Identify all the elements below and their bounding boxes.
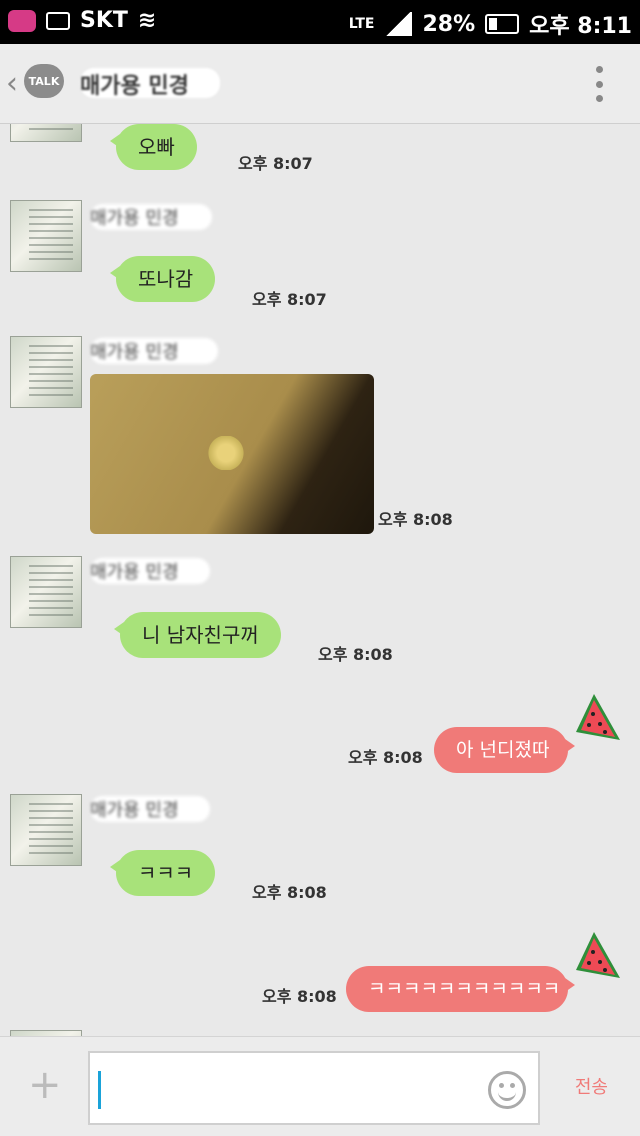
message-bubble-incoming[interactable]: 오빠 (110, 124, 197, 170)
sender-name: 매가용 민경 (90, 796, 210, 822)
more-options-icon[interactable] (596, 66, 604, 102)
image-notification-icon (46, 11, 70, 30)
message-bubble-incoming[interactable]: ㅋㅋㅋ (109, 850, 216, 896)
signal-icon (384, 12, 413, 36)
sender-name: 매가용 민경 (90, 338, 218, 364)
text-cursor (98, 1071, 101, 1109)
network-label: LTE (348, 16, 375, 32)
photo-attachment[interactable] (90, 374, 374, 534)
message-time: 오후 8:07 (252, 290, 327, 309)
message-time: 오후 8:08 (262, 987, 337, 1006)
message-list[interactable]: 오빠 오후 8:07 매가용 민경 또나감 오후 8:07 매가용 민경 오후 … (0, 124, 640, 1036)
talk-logo-text: TALK (28, 74, 60, 88)
sender-avatar[interactable] (10, 124, 82, 142)
message-input-bar: + 전송 (0, 1036, 640, 1136)
battery-percent: 28% (422, 11, 476, 37)
emoticon-icon[interactable] (488, 1071, 526, 1109)
watermelon-sticker-icon (576, 932, 620, 978)
send-button[interactable]: 전송 (575, 1073, 608, 1099)
status-bar: SKT ≋ LTE 28% 오후 8:11 (0, 0, 640, 44)
sender-avatar[interactable] (10, 794, 82, 866)
sender-avatar[interactable] (10, 336, 82, 408)
sender-avatar[interactable] (10, 556, 82, 628)
battery-icon (485, 14, 520, 34)
message-bubble-incoming[interactable]: 또나감 (109, 256, 216, 302)
sender-avatar[interactable] (10, 200, 82, 272)
wifi-icon: ≋ (137, 8, 157, 33)
app-notification-icon (8, 9, 36, 32)
message-time: 오후 8:08 (348, 748, 423, 767)
sender-name: 매가용 민경 (90, 558, 210, 584)
message-bubble-outgoing[interactable]: ㅋㅋㅋㅋㅋㅋㅋㅋㅋㅋㅋ (346, 966, 575, 1012)
talk-logo-icon[interactable]: TALK (24, 64, 64, 98)
message-time: 오후 8:08 (318, 645, 393, 664)
status-left: SKT ≋ (8, 8, 156, 33)
status-right: LTE 28% 오후 8:11 (349, 8, 632, 40)
message-input[interactable] (88, 1051, 540, 1125)
message-bubble-outgoing[interactable]: 아 넌디졌따 (434, 727, 575, 773)
back-chevron-icon[interactable]: ‹ (6, 66, 18, 101)
message-time: 오후 8:07 (238, 154, 313, 173)
message-time: 오후 8:08 (378, 510, 453, 529)
chat-header: ‹ TALK 매가용 민경 (0, 44, 640, 124)
attach-plus-icon[interactable]: + (28, 1065, 62, 1105)
message-time: 오후 8:08 (252, 883, 327, 902)
carrier-label: SKT (80, 8, 128, 33)
message-bubble-incoming[interactable]: 니 남자친구꺼 (114, 612, 281, 658)
watermelon-sticker-icon (576, 694, 620, 740)
chat-title: 매가용 민경 (80, 68, 220, 98)
clock: 오후 8:11 (529, 14, 632, 39)
sender-name: 매가용 민경 (90, 204, 212, 230)
